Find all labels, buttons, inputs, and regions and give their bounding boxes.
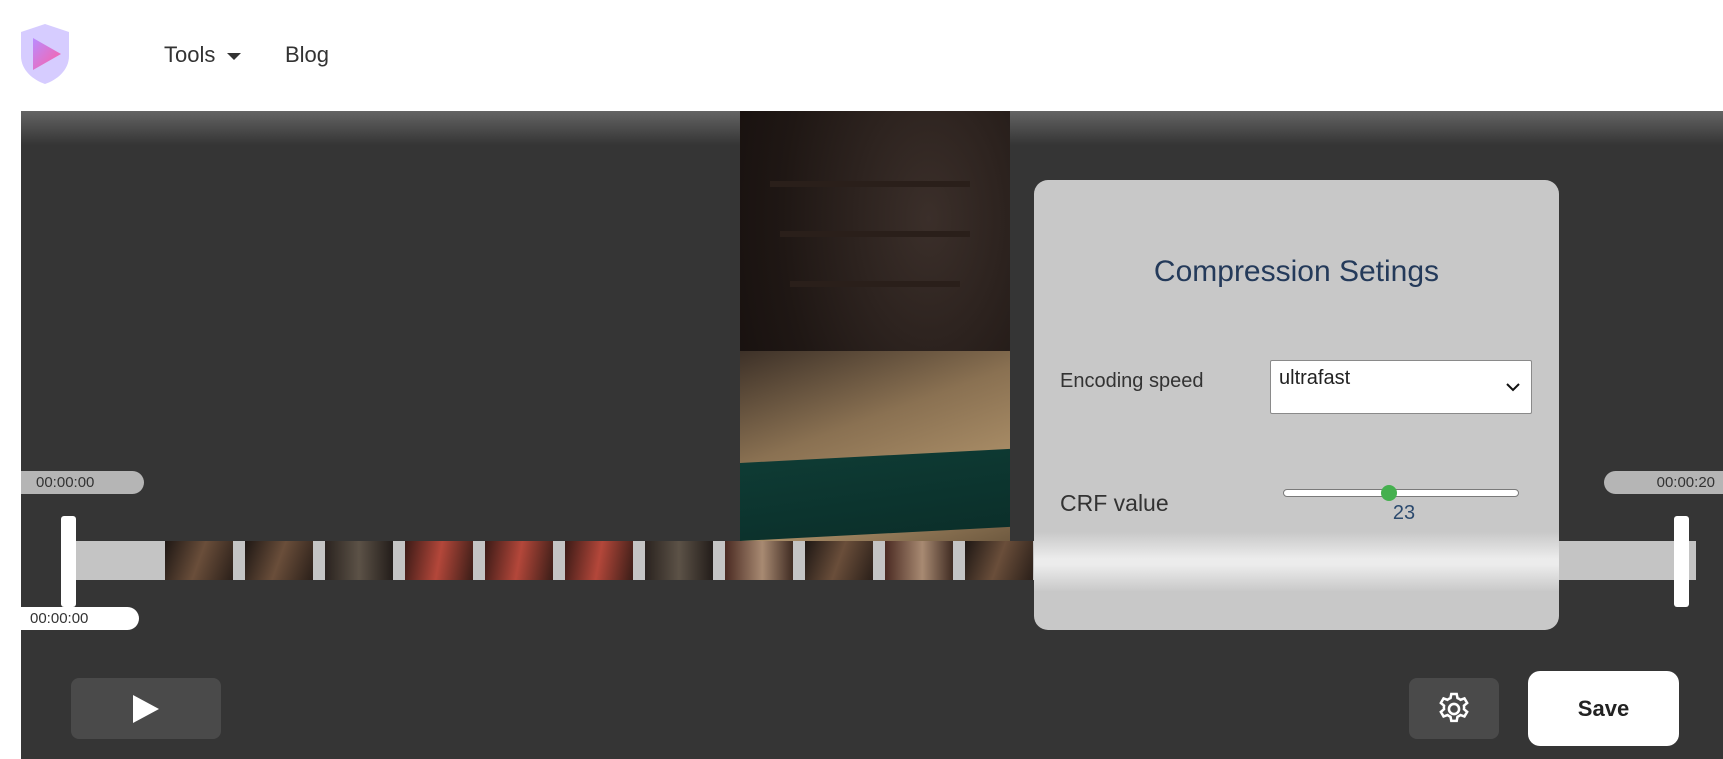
app-logo[interactable] (19, 22, 71, 86)
trim-start-time: 00:00:00 (21, 471, 144, 494)
video-shelf (770, 181, 970, 187)
timeline-thumbnail (245, 541, 313, 580)
top-navbar: Tools Blog (0, 0, 1723, 111)
current-time: 00:00:00 (21, 607, 139, 630)
timeline-thumbnail (485, 541, 553, 580)
encoding-speed-label: Encoding speed (1060, 370, 1204, 392)
compression-settings-panel: Compression Setings Encoding speed ultra… (1034, 180, 1559, 630)
play-icon (133, 694, 159, 723)
video-frame-blanket (740, 448, 1010, 541)
timeline-thumbnails (165, 541, 1045, 580)
video-shelf (780, 231, 970, 237)
timeline-thumbnail (725, 541, 793, 580)
timeline-highlight (1034, 532, 1559, 592)
timeline-thumbnail (325, 541, 393, 580)
settings-button[interactable] (1409, 678, 1499, 739)
timeline-thumbnail (405, 541, 473, 580)
gear-icon (1439, 692, 1469, 722)
trim-handle-right[interactable] (1674, 516, 1689, 607)
chevron-down-icon (1506, 383, 1520, 392)
nav-tools-label: Tools (164, 42, 216, 67)
crf-slider-value: 23 (1392, 502, 1416, 524)
crf-value-label: CRF value (1060, 490, 1169, 516)
encoding-speed-value: ultrafast (1279, 367, 1351, 389)
encoding-speed-select[interactable]: ultrafast (1270, 360, 1532, 414)
panel-title: Compression Setings (1153, 255, 1440, 288)
timeline-thumbnail (645, 541, 713, 580)
chevron-down-icon (227, 52, 242, 60)
timeline-thumbnail (965, 541, 1033, 580)
nav-tools-dropdown[interactable]: Tools (164, 42, 242, 68)
timeline-thumbnail (165, 541, 233, 580)
crf-slider-track[interactable] (1283, 489, 1519, 497)
trim-handle-left[interactable] (61, 516, 76, 607)
trim-end-time: 00:00:20 (1604, 471, 1723, 494)
video-preview[interactable] (740, 111, 1010, 541)
save-button[interactable]: Save (1528, 671, 1679, 746)
video-shelf (790, 281, 960, 287)
nav-blog-link[interactable]: Blog (285, 42, 329, 68)
timeline-thumbnail (885, 541, 953, 580)
timeline-thumbnail (805, 541, 873, 580)
play-button[interactable] (71, 678, 221, 739)
crf-slider-thumb[interactable] (1381, 485, 1398, 501)
timeline-thumbnail (565, 541, 633, 580)
